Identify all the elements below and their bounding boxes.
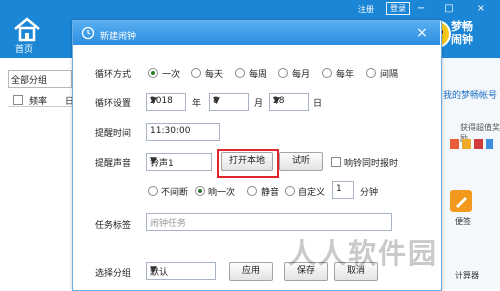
month-select[interactable]: 8 ▼ (209, 93, 249, 111)
reward-icons[interactable] (449, 138, 494, 150)
month-unit: 月 (254, 99, 264, 109)
year-unit: 年 (192, 99, 202, 109)
task-tag-input[interactable]: 闹钟任务 (146, 213, 392, 231)
cycle-settings-label: 循环设置 (95, 99, 132, 109)
register-link[interactable]: 注册 (358, 4, 374, 15)
cycle-yearly-radio[interactable] (322, 68, 332, 78)
calculator-label[interactable]: 计算器 (455, 270, 479, 281)
app-logo-text: 梦畅 闹钟 (451, 20, 473, 46)
cycle-interval-label[interactable]: 间隔 (380, 67, 398, 80)
note-label[interactable]: 便签 (455, 216, 471, 227)
group-filter-value: 全部分组 (11, 76, 48, 86)
alarm-clock-icon (80, 24, 96, 40)
column-frequency[interactable]: 频率 (29, 94, 47, 107)
cycle-once-label[interactable]: 一次 (162, 67, 180, 80)
dialog-close-icon[interactable]: × (414, 25, 430, 41)
cycle-monthly-label[interactable]: 每月 (292, 67, 310, 80)
ring-continuous-label[interactable]: 不间断 (161, 185, 188, 198)
dialog-title: 新建闹钟 (100, 32, 137, 42)
logo-text-line2: 闹钟 (451, 33, 473, 46)
chevron-down-icon: ▼ (150, 265, 157, 275)
cycle-weekly-label[interactable]: 每周 (249, 67, 267, 80)
maximize-icon[interactable]: □ (443, 3, 455, 14)
year-select[interactable]: 2018 ▼ (146, 93, 186, 111)
minimize-icon[interactable]: − (415, 3, 427, 14)
remind-time-input[interactable]: 11:30:00 (146, 123, 220, 141)
custom-minutes-value: 1 (336, 184, 342, 194)
ring-once-radio[interactable] (195, 186, 205, 196)
cycle-interval-radio[interactable] (366, 68, 376, 78)
cycle-daily-label[interactable]: 每天 (205, 67, 223, 80)
cycle-yearly-label[interactable]: 每年 (336, 67, 354, 80)
cycle-weekly-radio[interactable] (235, 68, 245, 78)
remind-time-value: 11:30:00 (150, 126, 191, 136)
cycle-monthly-radio[interactable] (278, 68, 288, 78)
ring-continuous-radio[interactable] (148, 186, 158, 196)
remind-sound-label: 提醒声音 (95, 159, 132, 169)
highlight-frame (217, 149, 279, 178)
task-tag-label: 任务标签 (95, 221, 132, 231)
cycle-label: 循环方式 (95, 70, 132, 80)
cycle-daily-radio[interactable] (191, 68, 201, 78)
logo-text-line1: 梦畅 (451, 20, 473, 33)
close-app-icon[interactable]: × (475, 3, 487, 14)
day-select[interactable]: 28 ▼ (269, 93, 309, 111)
home-label[interactable]: 首页 (15, 42, 33, 55)
group-select[interactable]: 默认 ▼ (146, 262, 216, 280)
note-icon[interactable] (450, 190, 472, 212)
group-filter-select[interactable]: 全部分组 (8, 70, 72, 88)
minutes-unit: 分钟 (360, 188, 379, 198)
chevron-down-icon: ▼ (213, 96, 220, 106)
account-link[interactable]: 我的梦畅帐号 (443, 88, 497, 101)
remind-time-label: 提醒时间 (95, 129, 132, 139)
day-unit: 日 (313, 99, 323, 109)
login-button[interactable]: 登录 (386, 2, 410, 15)
sync-time-checkbox[interactable] (331, 157, 341, 167)
custom-minutes-input[interactable]: 1 (332, 181, 354, 199)
ring-once-label[interactable]: 响一次 (208, 185, 235, 198)
chevron-down-icon: ▼ (150, 96, 157, 106)
sound-select[interactable]: 铃声1 ▼ (146, 153, 212, 171)
cycle-once-radio[interactable] (148, 68, 158, 78)
ring-mute-radio[interactable] (247, 186, 257, 196)
apply-button[interactable]: 应用 (229, 262, 273, 281)
task-tag-placeholder: 闹钟任务 (150, 219, 187, 229)
preview-button[interactable]: 试听 (279, 152, 323, 171)
ring-custom-radio[interactable] (285, 186, 295, 196)
group-label: 选择分组 (95, 269, 132, 279)
chevron-down-icon: ▼ (150, 156, 157, 166)
watermark: 人人软件园 (288, 237, 439, 270)
sync-time-label[interactable]: 响铃同时报时 (344, 156, 398, 169)
chevron-down-icon: ▼ (273, 96, 280, 106)
ring-custom-label[interactable]: 自定义 (298, 185, 325, 198)
select-all-checkbox[interactable] (13, 95, 23, 105)
ring-mute-label[interactable]: 静音 (261, 185, 279, 198)
